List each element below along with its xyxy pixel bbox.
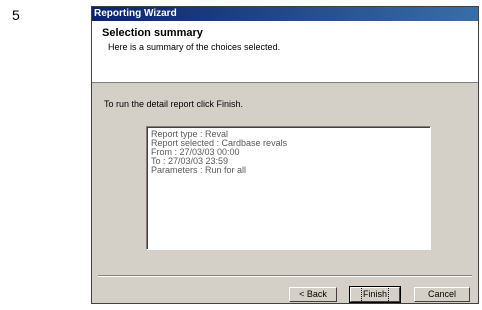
window-title: Reporting Wizard [94,8,177,19]
reporting-wizard-dialog: Reporting Wizard Selection summary Here … [91,6,479,304]
back-button-label: < Back [299,289,327,299]
step-number: 5 [12,7,20,23]
header-title: Selection summary [102,27,203,39]
instruction-text: To run the detail report click Finish. [104,99,244,109]
finish-button[interactable]: Finish [349,286,401,303]
footer-separator [98,275,472,277]
back-button[interactable]: < Back [289,287,337,302]
cancel-button-label: Cancel [427,289,456,299]
finish-button-label: Finish [360,286,390,303]
summary-lines: Report type : Reval Report selected : Ca… [147,130,287,175]
wizard-header: Selection summary Here is a summary of t… [92,21,478,83]
summary-textbox[interactable]: Report type : Reval Report selected : Ca… [146,126,431,250]
cancel-button[interactable]: Cancel [414,287,470,302]
summary-line: Parameters : Run for all [151,165,247,175]
header-subtitle: Here is a summary of the choices selecte… [108,42,281,52]
title-bar[interactable]: Reporting Wizard [92,7,478,21]
